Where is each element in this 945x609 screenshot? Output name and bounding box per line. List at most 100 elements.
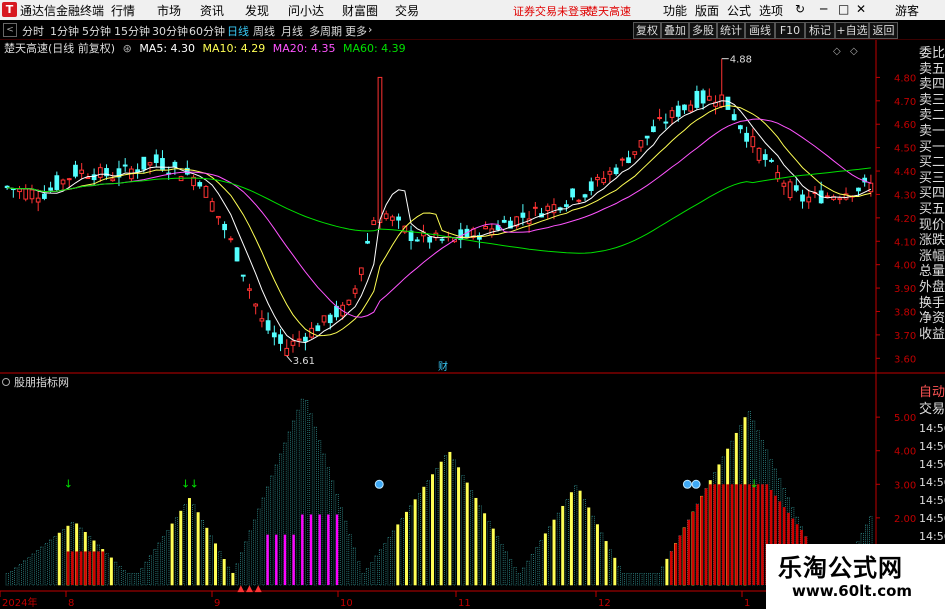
price-axis-label: 4.10: [894, 237, 916, 248]
indicator-bar: [548, 526, 552, 586]
time-axis-label: 1: [744, 598, 750, 609]
quote-label-6: 买一: [919, 139, 945, 155]
candle-body: [806, 196, 812, 203]
indicator-bar: [665, 558, 669, 586]
indicator-red-bar: [79, 551, 83, 585]
menu-function[interactable]: 功能: [663, 2, 687, 19]
period-weekly[interactable]: 周线: [253, 23, 275, 39]
ma60-value: MA60: 4.39: [342, 42, 406, 55]
indicator-bar: [144, 561, 148, 586]
period-multi[interactable]: 多周期: [309, 23, 342, 39]
time-axis-label: 12: [598, 598, 611, 609]
period-5min[interactable]: 5分钟: [82, 23, 111, 39]
candle-body: [228, 238, 234, 241]
candle-body: [588, 181, 594, 191]
period-60min[interactable]: 60分钟: [189, 23, 225, 39]
indicator-bar: [14, 567, 18, 586]
btn-draw[interactable]: 画线: [745, 22, 775, 39]
period-30min[interactable]: 30分钟: [152, 23, 188, 39]
period-1min[interactable]: 1分钟: [50, 23, 79, 39]
signal-down-arrow-icon: ↓: [190, 478, 199, 491]
indicator-bar: [621, 572, 625, 586]
indicator-bar: [539, 540, 543, 586]
indicator-bar: [387, 536, 391, 586]
candle-body: [259, 318, 265, 322]
period-more[interactable]: 更多: [345, 23, 367, 39]
candle-body: [29, 189, 35, 200]
indicator-bar: [187, 498, 191, 586]
signal-ball-icon: [691, 479, 701, 489]
candle-body: [787, 181, 793, 199]
app-title: 通达信金融终端: [20, 4, 105, 18]
menu-discover[interactable]: 发现: [245, 2, 269, 19]
candle-body: [775, 172, 781, 180]
signal-up-arrow-icon: ▲: [255, 584, 262, 594]
indicator-red-bar: [691, 511, 695, 585]
candle-body: [576, 199, 582, 202]
btn-f10[interactable]: F10: [775, 22, 805, 39]
trade-time: 14:56: [919, 512, 945, 525]
chart-canvas[interactable]: 4.80 4.70 4.60 4.50 4.40 4.30 4.20 4.10 4.00 3.90…: [0, 40, 945, 609]
period-15min[interactable]: 15分钟: [114, 23, 150, 39]
menu-options[interactable]: 选项: [759, 2, 783, 19]
indicator-bar: [114, 561, 118, 586]
chart-title: 楚天高速(日线 前复权): [4, 42, 116, 55]
btn-mark[interactable]: 标记: [805, 22, 835, 39]
indicator-magenta-bar: [335, 514, 339, 585]
btn-fuquan[interactable]: 复权: [633, 22, 661, 39]
btn-stats[interactable]: 统计: [717, 22, 745, 39]
minimize-icon[interactable]: ─: [820, 2, 827, 16]
btn-overlay[interactable]: 叠加: [661, 22, 689, 39]
menu-formula[interactable]: 公式: [727, 2, 751, 19]
period-fenshi[interactable]: 分时: [22, 23, 44, 39]
indicator-bar: [248, 530, 252, 586]
price-axis-label: 4.30: [894, 190, 916, 201]
period-daily[interactable]: 日线: [227, 23, 249, 39]
candle-body: [700, 90, 706, 104]
indicator-bar: [470, 490, 474, 586]
settings-gear-icon[interactable]: ⊛: [123, 42, 132, 55]
btn-back[interactable]: 返回: [869, 22, 898, 39]
btn-multistock[interactable]: 多股: [689, 22, 717, 39]
candle-body: [48, 187, 53, 191]
indicator-bar: [561, 505, 565, 586]
candle-body: [160, 158, 165, 170]
more-arrow-icon[interactable]: ›: [368, 23, 372, 36]
indicator-bar: [383, 543, 387, 586]
menu-ask[interactable]: 问小达: [288, 2, 324, 19]
quote-label-12: 涨跌: [919, 233, 945, 249]
indicator-bar: [214, 543, 218, 586]
candle-body: [271, 332, 277, 338]
indicator-red-bar: [683, 527, 686, 585]
menu-news[interactable]: 资讯: [200, 2, 224, 19]
indicator-bar: [344, 520, 348, 586]
menu-layout[interactable]: 版面: [695, 2, 719, 19]
menu-wealth[interactable]: 财富圈: [342, 2, 378, 19]
quote-label-3: 卖三: [919, 92, 945, 108]
candle-body: [60, 179, 66, 185]
candle-body: [663, 121, 669, 124]
btn-add-watchlist[interactable]: +自选: [835, 22, 869, 39]
menu-quotes[interactable]: 行情: [111, 2, 135, 19]
indicator-bar: [140, 568, 144, 586]
indicator-bar: [595, 524, 599, 586]
auto-label[interactable]: 自动: [919, 385, 945, 401]
indicator-bar: [122, 570, 126, 586]
menu-trade[interactable]: 交易: [395, 2, 419, 19]
candle-body: [396, 216, 401, 221]
refresh-icon[interactable]: ↻: [795, 2, 805, 16]
guest-label[interactable]: 游客: [895, 2, 919, 19]
period-monthly[interactable]: 月线: [281, 23, 303, 39]
candle-body: [570, 188, 575, 198]
price-axis-label: 4.20: [894, 214, 916, 225]
indicator-red-bar: [722, 484, 725, 585]
menu-market[interactable]: 市场: [157, 2, 181, 19]
login-notice[interactable]: 证券交易未登录: [513, 3, 590, 19]
collapse-arrow-icon[interactable]: <: [3, 23, 17, 37]
price-axis-label: 3.70: [894, 331, 916, 342]
close-icon[interactable]: ✕: [856, 2, 866, 16]
maximize-icon[interactable]: □: [838, 2, 849, 16]
trade-label[interactable]: 交易: [919, 402, 945, 418]
candle-body: [725, 96, 731, 110]
indicator-bar: [205, 527, 209, 586]
